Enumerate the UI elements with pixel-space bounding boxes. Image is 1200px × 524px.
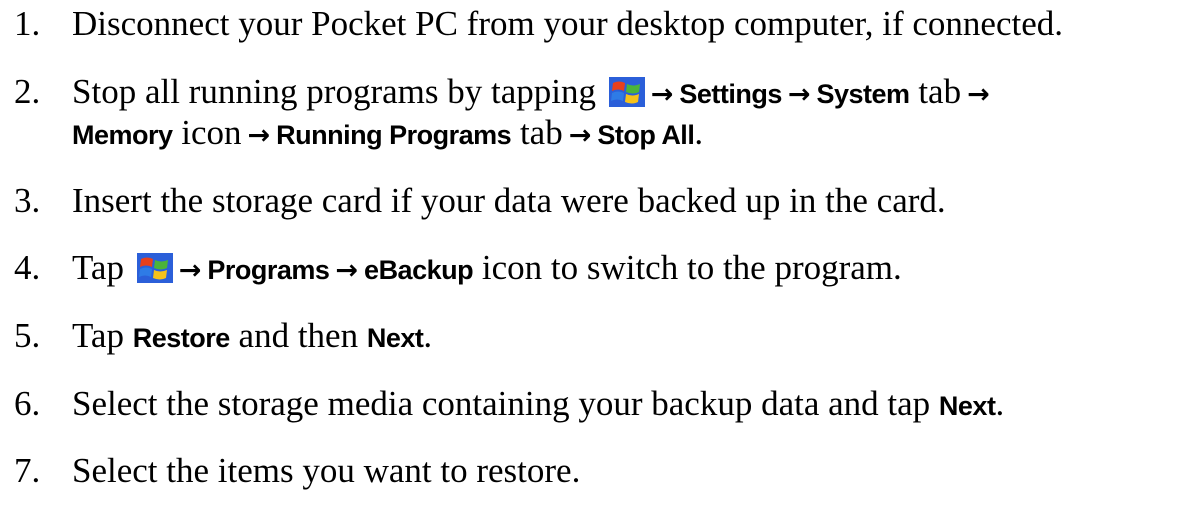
arrow-icon: → bbox=[787, 79, 811, 110]
step-text: Select the items you want to restore. bbox=[72, 451, 581, 490]
step-text: Insert the storage card if your data wer… bbox=[72, 181, 946, 220]
step-number: 1. bbox=[14, 4, 41, 43]
windows-start-icon bbox=[608, 77, 645, 107]
button-next: Next bbox=[366, 323, 424, 353]
menu-programs: Programs bbox=[207, 255, 330, 285]
windows-start-icon bbox=[136, 253, 173, 283]
step-text: Memory icon → Running Programs tab → Stop Al… bbox=[72, 113, 704, 152]
arrow-icon: → bbox=[247, 120, 271, 151]
step-number: 7. bbox=[14, 451, 41, 490]
menu-stop-all: Stop All bbox=[597, 120, 695, 150]
step-number: 4. bbox=[14, 248, 41, 287]
step-text: Stop all running programs by tapping → Se… bbox=[72, 72, 990, 111]
menu-system: System bbox=[816, 79, 911, 109]
arrow-icon: → bbox=[650, 79, 674, 110]
arrow-icon: → bbox=[178, 255, 202, 286]
step-text: Disconnect your Pocket PC from your desk… bbox=[72, 4, 1064, 43]
button-restore: Restore bbox=[132, 323, 231, 353]
step-text: Tap Restore and then Next. bbox=[72, 316, 433, 355]
menu-memory: Memory bbox=[72, 120, 173, 150]
arrow-icon: → bbox=[568, 120, 592, 151]
arrow-icon: → bbox=[335, 255, 359, 286]
arrow-icon: → bbox=[967, 79, 990, 110]
step-text: Tap → Programs → eBackup icon to switch to … bbox=[72, 248, 902, 287]
menu-ebackup: eBackup bbox=[364, 255, 474, 285]
step-number: 3. bbox=[14, 181, 41, 220]
step-number: 6. bbox=[14, 384, 41, 423]
step-number: 2. bbox=[14, 72, 41, 111]
button-next: Next bbox=[938, 391, 996, 421]
menu-running-programs: Running Programs bbox=[276, 120, 512, 150]
menu-settings: Settings bbox=[679, 79, 782, 109]
step-number: 5. bbox=[14, 316, 41, 355]
step-text: Select the storage media containing your… bbox=[72, 384, 1005, 423]
